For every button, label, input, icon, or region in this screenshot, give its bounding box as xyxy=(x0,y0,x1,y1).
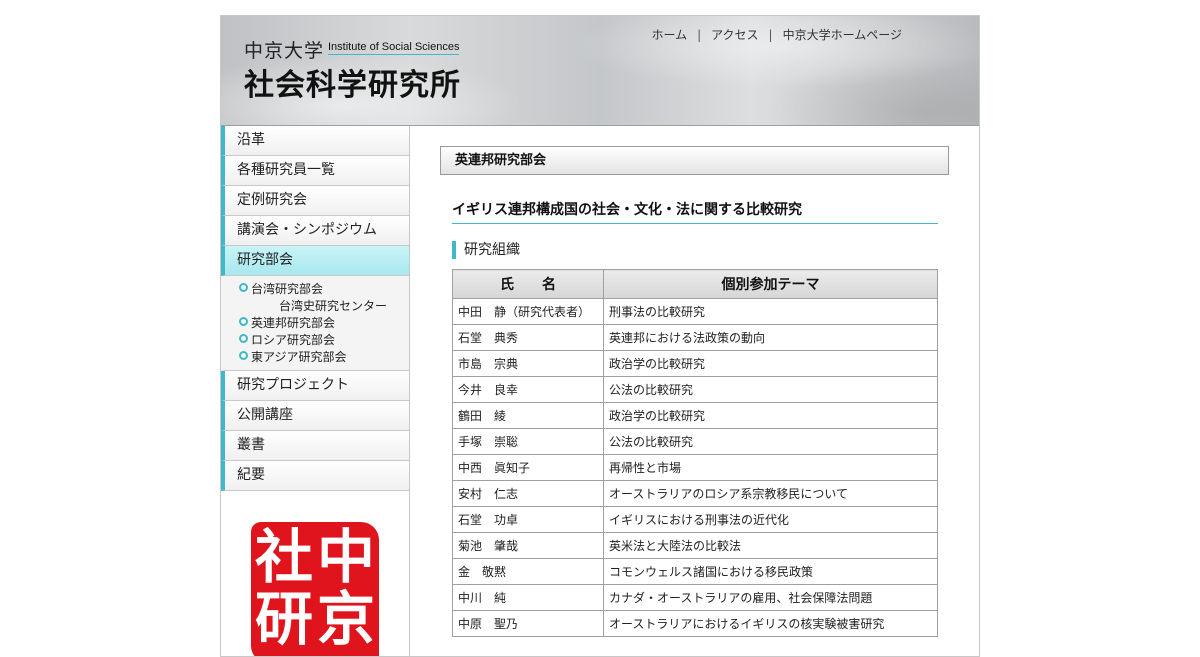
sidebar-item-bulletin[interactable]: 紀要 xyxy=(221,461,409,491)
page-frame: 中京大学 Institute of Social Sciences 社会科学研究… xyxy=(220,15,980,657)
table-row: 中川 純カナダ・オーストラリアの雇用、社会保障法問題 xyxy=(452,584,938,611)
table-row: 菊池 肇哉 英米法と大陸法の比較法 xyxy=(452,532,938,559)
subnav-item-east-asia[interactable]: 東アジア研究部会 xyxy=(225,349,409,366)
seal-character: 研 xyxy=(255,585,314,653)
site-header: 中京大学 Institute of Social Sciences 社会科学研究… xyxy=(221,16,979,126)
bullet-ring-icon xyxy=(239,283,248,292)
sidebar-item-book-series[interactable]: 叢書 xyxy=(221,431,409,461)
topnav-access-link[interactable]: アクセス xyxy=(711,28,758,42)
member-theme-cell: オーストラリアにおけるイギリスの核実験被害研究 xyxy=(603,610,938,637)
table-row: 手塚 崇聡 公法の比較研究 xyxy=(452,428,938,455)
subnav-item-label: ロシア研究部会 xyxy=(251,333,336,347)
sidebar: 沿革 各種研究員一覧 定例研究会 講演会・シンポジウム 研究部会 台湾研究部会 … xyxy=(221,126,410,656)
members-table: 氏 名 個別参加テーマ 中田 静（研究代表者） 刑事法の比較研究 石堂 典秀 英連邦に… xyxy=(452,269,938,637)
member-name-cell: 中川 純 xyxy=(452,584,604,611)
subnav-item-label: 英連邦研究部会 xyxy=(251,316,336,330)
member-theme-cell: 公法の比較研究 xyxy=(603,376,938,403)
member-name-cell: 中田 静（研究代表者） xyxy=(452,298,604,325)
main-content: 英連邦研究部会 イギリス連邦構成国の社会・文化・法に関する比較研究 研究組織 氏… xyxy=(410,126,979,656)
sidebar-item-research-divisions[interactable]: 研究部会 xyxy=(221,246,409,276)
bullet-ring-icon xyxy=(239,317,248,326)
member-name-cell: 菊池 肇哉 xyxy=(452,532,604,559)
member-theme-cell: 公法の比較研究 xyxy=(603,428,938,455)
member-name-cell: 鶴田 綾 xyxy=(452,402,604,429)
project-title: イギリス連邦構成国の社会・文化・法に関する比較研究 xyxy=(452,199,938,224)
table-row: 中原 聖乃 オーストラリアにおけるイギリスの核実験被害研究 xyxy=(452,610,938,637)
bullet-ring-icon xyxy=(239,351,248,360)
logo-university-name[interactable]: 中京大学 xyxy=(244,36,324,63)
member-name-cell: 市島 宗典 xyxy=(452,350,604,377)
member-theme-cell: 政治学の比較研究 xyxy=(603,350,938,377)
seal-character: 社 xyxy=(255,523,314,591)
bullet-ring-icon xyxy=(239,334,248,343)
member-name-cell: 安村 仁志 xyxy=(452,480,604,507)
sidebar-item-lectures-symposium[interactable]: 講演会・シンポジウム xyxy=(221,216,409,246)
members-table-body: 中田 静（研究代表者） 刑事法の比較研究 石堂 典秀 英連邦における法政策の動向 市島 … xyxy=(452,298,938,637)
table-row: 石堂 典秀 英連邦における法政策の動向 xyxy=(452,324,938,351)
table-row: 中西 眞知子 再帰性と市場 xyxy=(452,454,938,481)
table-header-row: 氏 名 個別参加テーマ xyxy=(452,269,938,299)
topnav-separator: | xyxy=(697,28,702,42)
sidebar-item-research-projects[interactable]: 研究プロジェクト xyxy=(221,371,409,401)
table-row: 市島 宗典 政治学の比較研究 xyxy=(452,350,938,377)
member-theme-cell: オーストラリアのロシア系宗教移民について xyxy=(603,480,938,507)
table-row: 今井 良幸 公法の比較研究 xyxy=(452,376,938,403)
seal-character: 中 xyxy=(317,523,376,591)
organization-heading: 研究組織 xyxy=(452,241,520,259)
topnav-separator: | xyxy=(768,28,773,42)
subnav-item-label: 東アジア研究部会 xyxy=(251,350,347,364)
institute-seal-logo[interactable]: 中 京 社 研 xyxy=(251,522,379,656)
logo-institute-title[interactable]: 社会科学研究所 xyxy=(244,60,461,104)
sidebar-item-regular-meetings[interactable]: 定例研究会 xyxy=(221,186,409,216)
sidebar-item-public-lectures[interactable]: 公開講座 xyxy=(221,401,409,431)
sidebar-item-history[interactable]: 沿革 xyxy=(221,126,409,156)
topnav-home-link[interactable]: ホーム xyxy=(651,28,687,42)
member-name-cell: 石堂 功卓 xyxy=(452,506,604,533)
member-name-cell: 手塚 崇聡 xyxy=(452,428,604,455)
member-name-cell: 中原 聖乃 xyxy=(452,610,604,637)
table-row: 中田 静（研究代表者） 刑事法の比較研究 xyxy=(452,298,938,325)
column-header-name: 氏 名 xyxy=(452,269,604,299)
member-theme-cell: カナダ・オーストラリアの雇用、社会保障法問題 xyxy=(603,584,938,611)
subnav-item-taiwan[interactable]: 台湾研究部会 xyxy=(225,281,409,298)
member-name-cell: 石堂 典秀 xyxy=(452,324,604,351)
logo-english-subtitle[interactable]: Institute of Social Sciences xyxy=(328,41,460,55)
table-row: 石堂 功卓 イギリスにおける刑事法の近代化 xyxy=(452,506,938,533)
member-name-cell: 中西 眞知子 xyxy=(452,454,604,481)
column-header-theme: 個別参加テーマ xyxy=(603,269,938,299)
section-title: 英連邦研究部会 xyxy=(440,146,949,175)
member-theme-cell: 英連邦における法政策の動向 xyxy=(603,324,938,351)
sidebar-item-researchers[interactable]: 各種研究員一覧 xyxy=(221,156,409,186)
subnav-item-russia[interactable]: ロシア研究部会 xyxy=(225,332,409,349)
subnav-item-taiwan-history-center[interactable]: 台湾史研究センター xyxy=(225,298,409,315)
member-theme-cell: コモンウェルス諸国における移民政策 xyxy=(603,558,938,585)
top-navigation: ホーム | アクセス | 中京大学ホームページ xyxy=(651,26,902,43)
table-row: 安村 仁志 オーストラリアのロシア系宗教移民について xyxy=(452,480,938,507)
subnav-item-label: 台湾研究部会 xyxy=(251,282,324,296)
member-theme-cell: 刑事法の比較研究 xyxy=(603,298,938,325)
subnav-item-commonwealth[interactable]: 英連邦研究部会 xyxy=(225,315,409,332)
member-theme-cell: 英米法と大陸法の比較法 xyxy=(603,532,938,559)
seal-character: 京 xyxy=(317,585,376,653)
member-theme-cell: イギリスにおける刑事法の近代化 xyxy=(603,506,938,533)
sidebar-subnav: 台湾研究部会 台湾史研究センター 英連邦研究部会 ロシア研究部会 東アジア研究部… xyxy=(221,276,409,371)
member-name-cell: 今井 良幸 xyxy=(452,376,604,403)
member-theme-cell: 再帰性と市場 xyxy=(603,454,938,481)
table-row: 鶴田 綾政治学の比較研究 xyxy=(452,402,938,429)
member-name-cell: 金 敬黙 xyxy=(452,558,604,585)
member-theme-cell: 政治学の比較研究 xyxy=(603,402,938,429)
topnav-university-home-link[interactable]: 中京大学ホームページ xyxy=(783,28,902,42)
table-row: 金 敬黙 コモンウェルス諸国における移民政策 xyxy=(452,558,938,585)
